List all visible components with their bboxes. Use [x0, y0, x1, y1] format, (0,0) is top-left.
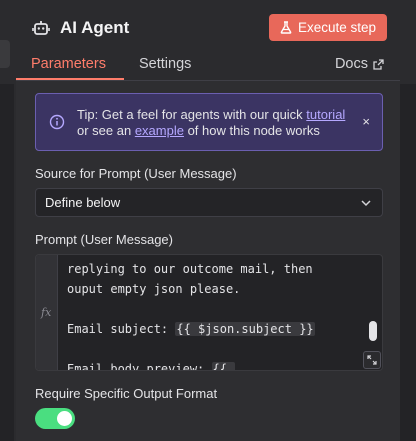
tip-close-button[interactable]: × [362, 114, 370, 129]
prompt-code[interactable]: replying to our outcome mail, then ouput … [67, 259, 367, 371]
execute-step-label: Execute step [297, 20, 377, 35]
external-link-icon [373, 58, 384, 70]
fx-icon: fx [41, 306, 52, 319]
chevron-down-icon [361, 200, 371, 207]
background-left-strip [0, 84, 14, 441]
title-row: AI Agent [32, 14, 129, 42]
prompt-label: Prompt (User Message) [35, 232, 173, 247]
tabs-divider [16, 80, 400, 81]
source-prompt-select[interactable]: Define below [35, 188, 383, 217]
code-line: Email body preview: {{ [67, 359, 367, 371]
code-line: ouput empty json please. [67, 282, 241, 296]
flask-icon [280, 21, 292, 34]
tab-parameters[interactable]: Parameters [31, 56, 106, 72]
tab-settings[interactable]: Settings [139, 56, 191, 72]
robot-icon [32, 21, 50, 35]
source-prompt-value: Define below [45, 195, 121, 210]
code-line: replying to our outcome mail, then [67, 262, 313, 276]
code-text: Email subject: [67, 322, 176, 336]
background-panel-edge [0, 40, 10, 68]
toggle-knob [57, 411, 72, 426]
expression-gutter: fx [36, 255, 58, 370]
code-text: Email body preview: [67, 362, 212, 371]
tip-text: Tip: Get a feel for agents with our quic… [77, 107, 352, 139]
source-prompt-label: Source for Prompt (User Message) [35, 166, 237, 181]
output-format-label: Require Specific Output Format [35, 386, 218, 401]
example-link[interactable]: example [135, 123, 184, 138]
tab-bar: Parameters Settings Docs [16, 52, 400, 81]
tip-text-part: or see an [77, 123, 135, 138]
info-icon [49, 114, 65, 130]
docs-label: Docs [334, 56, 368, 72]
prompt-editor[interactable]: fx replying to our outcome mail, then oup… [35, 254, 383, 371]
tutorial-link[interactable]: tutorial [306, 107, 345, 122]
docs-link[interactable]: Docs [335, 56, 384, 72]
tip-text-part: Tip: Get a feel for agents with our quic… [77, 107, 307, 122]
expand-icon [367, 355, 377, 365]
node-title: AI Agent [60, 18, 130, 37]
output-format-toggle[interactable] [35, 408, 75, 429]
expression-token: {{ [211, 362, 236, 370]
expand-editor-button[interactable] [363, 351, 381, 369]
editor-scrollbar[interactable] [369, 321, 377, 341]
execute-step-button[interactable]: Execute step [269, 14, 387, 41]
expression-token: {{ $json.subject }} [175, 322, 315, 336]
code-line: Email subject: {{ $json.subject }} [67, 319, 367, 339]
tip-callout: Tip: Get a feel for agents with our quic… [35, 93, 383, 151]
background-right-strip [400, 84, 416, 441]
tip-text-part: of how this node works [183, 123, 320, 138]
